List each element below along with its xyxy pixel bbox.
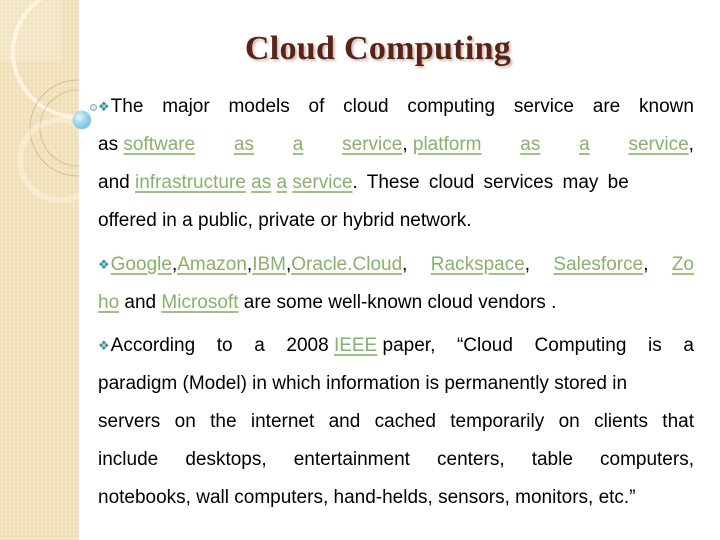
paragraph-1-line-4: offered in a public, private or hybrid n… [98,210,472,231]
link-microsoft[interactable]: Microsoft [161,292,238,313]
paragraph-3-line-4: include desktops, entertainment centers,… [98,449,694,470]
paragraph-1-line-3: and infrastructure as a service. These c… [98,172,629,193]
slide-title: Cloud Computing [244,30,512,67]
sphere-ornament-icon [73,111,91,129]
link-infrastructure[interactable]: infrastructure [135,172,246,193]
link-ieee[interactable]: IEEE [334,335,377,356]
link-platform[interactable]: platform [413,134,482,155]
link-a-3[interactable]: a [277,172,288,193]
paragraph-3-line-2: paradigm (Model) in which information is… [98,373,628,394]
paragraph-1-line-1: ❖The major models of cloud computing ser… [98,96,694,117]
link-ibm[interactable]: IBM [252,254,286,275]
paragraph-2-line-1: ❖Google,Amazon,IBM,Oracle.Cloud, Rackspa… [98,253,694,277]
link-oracle-cloud[interactable]: Oracle.Cloud [291,254,402,275]
link-service[interactable]: service [342,134,402,155]
decorative-circles [0,0,79,203]
link-as-2[interactable]: as [520,133,540,157]
bullet-icon: ❖ [98,99,110,114]
paragraph-2-line-2: ho and Microsoft are some well-known clo… [98,292,557,313]
paragraph-3-line-3: servers on the internet and cached tempo… [98,411,694,432]
link-zoho[interactable]: Zo [672,253,694,277]
paragraph-1-line-2: as software as a service, platform as a … [98,133,694,157]
ring-ornament-icon [90,104,97,111]
link-service-2[interactable]: service [628,134,688,155]
link-amazon[interactable]: Amazon [177,254,247,275]
link-google[interactable]: Google [111,254,172,275]
link-a-2[interactable]: a [579,133,590,157]
link-as[interactable]: as [234,133,254,157]
bullet-icon: ❖ [98,338,110,353]
link-software[interactable]: software [123,134,195,155]
link-rackspace[interactable]: Rackspace [431,254,525,275]
paragraph-3-line-5: notebooks, wall computers, hand-helds, s… [98,487,636,508]
link-a[interactable]: a [293,133,304,157]
link-service-3[interactable]: service [292,172,352,193]
link-salesforce[interactable]: Salesforce [553,254,643,275]
decorative-side-panel [0,0,79,540]
link-as-3[interactable]: as [251,172,271,193]
paragraph-3-line-1: ❖According to a 2008 IEEE paper, “Cloud … [98,335,694,356]
link-zoho-cont[interactable]: ho [98,292,119,313]
bullet-icon: ❖ [98,257,110,272]
